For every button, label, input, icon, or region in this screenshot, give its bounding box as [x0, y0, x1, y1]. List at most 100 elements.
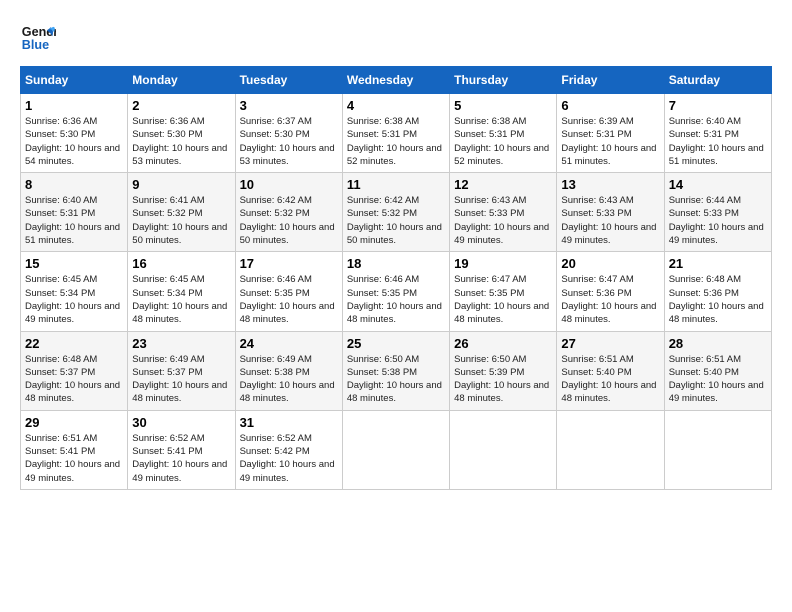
calendar-row: 29 Sunrise: 6:51 AMSunset: 5:41 PMDaylig…	[21, 410, 772, 489]
day-info: Sunrise: 6:42 AMSunset: 5:32 PMDaylight:…	[347, 195, 442, 246]
weekday-header: Sunday	[21, 67, 128, 94]
day-info: Sunrise: 6:36 AMSunset: 5:30 PMDaylight:…	[132, 116, 227, 167]
calendar-day: 9 Sunrise: 6:41 AMSunset: 5:32 PMDayligh…	[128, 173, 235, 252]
page-container: General Blue SundayMondayTuesdayWednesda…	[20, 20, 772, 490]
calendar-day: 21 Sunrise: 6:48 AMSunset: 5:36 PMDaylig…	[664, 252, 771, 331]
day-info: Sunrise: 6:45 AMSunset: 5:34 PMDaylight:…	[132, 274, 227, 325]
calendar-day: 1 Sunrise: 6:36 AMSunset: 5:30 PMDayligh…	[21, 94, 128, 173]
calendar-day: 15 Sunrise: 6:45 AMSunset: 5:34 PMDaylig…	[21, 252, 128, 331]
day-number: 16	[132, 256, 230, 271]
calendar-day: 24 Sunrise: 6:49 AMSunset: 5:38 PMDaylig…	[235, 331, 342, 410]
day-number: 29	[25, 415, 123, 430]
calendar-day: 31 Sunrise: 6:52 AMSunset: 5:42 PMDaylig…	[235, 410, 342, 489]
day-info: Sunrise: 6:52 AMSunset: 5:42 PMDaylight:…	[240, 433, 335, 484]
day-number: 5	[454, 98, 552, 113]
day-info: Sunrise: 6:40 AMSunset: 5:31 PMDaylight:…	[669, 116, 764, 167]
calendar-day: 10 Sunrise: 6:42 AMSunset: 5:32 PMDaylig…	[235, 173, 342, 252]
day-info: Sunrise: 6:46 AMSunset: 5:35 PMDaylight:…	[240, 274, 335, 325]
day-info: Sunrise: 6:47 AMSunset: 5:35 PMDaylight:…	[454, 274, 549, 325]
day-info: Sunrise: 6:51 AMSunset: 5:41 PMDaylight:…	[25, 433, 120, 484]
day-info: Sunrise: 6:48 AMSunset: 5:36 PMDaylight:…	[669, 274, 764, 325]
calendar-day: 28 Sunrise: 6:51 AMSunset: 5:40 PMDaylig…	[664, 331, 771, 410]
calendar-day: 5 Sunrise: 6:38 AMSunset: 5:31 PMDayligh…	[450, 94, 557, 173]
calendar-day: 25 Sunrise: 6:50 AMSunset: 5:38 PMDaylig…	[342, 331, 449, 410]
day-number: 18	[347, 256, 445, 271]
svg-text:Blue: Blue	[22, 38, 49, 52]
day-number: 9	[132, 177, 230, 192]
calendar-row: 8 Sunrise: 6:40 AMSunset: 5:31 PMDayligh…	[21, 173, 772, 252]
empty-cell	[450, 410, 557, 489]
day-info: Sunrise: 6:37 AMSunset: 5:30 PMDaylight:…	[240, 116, 335, 167]
day-number: 4	[347, 98, 445, 113]
day-number: 13	[561, 177, 659, 192]
day-info: Sunrise: 6:44 AMSunset: 5:33 PMDaylight:…	[669, 195, 764, 246]
day-number: 1	[25, 98, 123, 113]
logo: General Blue	[20, 20, 56, 56]
day-number: 28	[669, 336, 767, 351]
day-number: 31	[240, 415, 338, 430]
day-number: 19	[454, 256, 552, 271]
day-number: 27	[561, 336, 659, 351]
day-number: 7	[669, 98, 767, 113]
day-number: 26	[454, 336, 552, 351]
calendar-day: 13 Sunrise: 6:43 AMSunset: 5:33 PMDaylig…	[557, 173, 664, 252]
day-number: 17	[240, 256, 338, 271]
calendar-day: 17 Sunrise: 6:46 AMSunset: 5:35 PMDaylig…	[235, 252, 342, 331]
day-number: 25	[347, 336, 445, 351]
header: General Blue	[20, 20, 772, 56]
calendar-day: 3 Sunrise: 6:37 AMSunset: 5:30 PMDayligh…	[235, 94, 342, 173]
calendar-day: 6 Sunrise: 6:39 AMSunset: 5:31 PMDayligh…	[557, 94, 664, 173]
calendar-day: 23 Sunrise: 6:49 AMSunset: 5:37 PMDaylig…	[128, 331, 235, 410]
day-number: 8	[25, 177, 123, 192]
calendar-day: 20 Sunrise: 6:47 AMSunset: 5:36 PMDaylig…	[557, 252, 664, 331]
empty-cell	[664, 410, 771, 489]
day-info: Sunrise: 6:51 AMSunset: 5:40 PMDaylight:…	[669, 354, 764, 405]
calendar-table: SundayMondayTuesdayWednesdayThursdayFrid…	[20, 66, 772, 490]
calendar-day: 11 Sunrise: 6:42 AMSunset: 5:32 PMDaylig…	[342, 173, 449, 252]
day-number: 11	[347, 177, 445, 192]
day-info: Sunrise: 6:42 AMSunset: 5:32 PMDaylight:…	[240, 195, 335, 246]
day-number: 22	[25, 336, 123, 351]
day-number: 3	[240, 98, 338, 113]
header-row: SundayMondayTuesdayWednesdayThursdayFrid…	[21, 67, 772, 94]
calendar-row: 1 Sunrise: 6:36 AMSunset: 5:30 PMDayligh…	[21, 94, 772, 173]
calendar-day: 26 Sunrise: 6:50 AMSunset: 5:39 PMDaylig…	[450, 331, 557, 410]
calendar-day: 29 Sunrise: 6:51 AMSunset: 5:41 PMDaylig…	[21, 410, 128, 489]
weekday-header: Saturday	[664, 67, 771, 94]
calendar-day: 7 Sunrise: 6:40 AMSunset: 5:31 PMDayligh…	[664, 94, 771, 173]
day-info: Sunrise: 6:38 AMSunset: 5:31 PMDaylight:…	[347, 116, 442, 167]
day-info: Sunrise: 6:40 AMSunset: 5:31 PMDaylight:…	[25, 195, 120, 246]
day-info: Sunrise: 6:50 AMSunset: 5:39 PMDaylight:…	[454, 354, 549, 405]
calendar-day: 16 Sunrise: 6:45 AMSunset: 5:34 PMDaylig…	[128, 252, 235, 331]
day-number: 23	[132, 336, 230, 351]
day-info: Sunrise: 6:52 AMSunset: 5:41 PMDaylight:…	[132, 433, 227, 484]
weekday-header: Monday	[128, 67, 235, 94]
weekday-header: Wednesday	[342, 67, 449, 94]
calendar-day: 22 Sunrise: 6:48 AMSunset: 5:37 PMDaylig…	[21, 331, 128, 410]
day-info: Sunrise: 6:49 AMSunset: 5:38 PMDaylight:…	[240, 354, 335, 405]
calendar-day: 30 Sunrise: 6:52 AMSunset: 5:41 PMDaylig…	[128, 410, 235, 489]
calendar-day: 27 Sunrise: 6:51 AMSunset: 5:40 PMDaylig…	[557, 331, 664, 410]
calendar-day: 14 Sunrise: 6:44 AMSunset: 5:33 PMDaylig…	[664, 173, 771, 252]
day-info: Sunrise: 6:46 AMSunset: 5:35 PMDaylight:…	[347, 274, 442, 325]
day-info: Sunrise: 6:39 AMSunset: 5:31 PMDaylight:…	[561, 116, 656, 167]
day-info: Sunrise: 6:48 AMSunset: 5:37 PMDaylight:…	[25, 354, 120, 405]
empty-cell	[557, 410, 664, 489]
day-info: Sunrise: 6:43 AMSunset: 5:33 PMDaylight:…	[454, 195, 549, 246]
day-info: Sunrise: 6:49 AMSunset: 5:37 PMDaylight:…	[132, 354, 227, 405]
calendar-row: 15 Sunrise: 6:45 AMSunset: 5:34 PMDaylig…	[21, 252, 772, 331]
day-number: 15	[25, 256, 123, 271]
day-number: 20	[561, 256, 659, 271]
calendar-day: 18 Sunrise: 6:46 AMSunset: 5:35 PMDaylig…	[342, 252, 449, 331]
day-number: 2	[132, 98, 230, 113]
day-info: Sunrise: 6:51 AMSunset: 5:40 PMDaylight:…	[561, 354, 656, 405]
weekday-header: Friday	[557, 67, 664, 94]
day-info: Sunrise: 6:41 AMSunset: 5:32 PMDaylight:…	[132, 195, 227, 246]
day-number: 14	[669, 177, 767, 192]
day-number: 10	[240, 177, 338, 192]
day-info: Sunrise: 6:45 AMSunset: 5:34 PMDaylight:…	[25, 274, 120, 325]
calendar-day: 12 Sunrise: 6:43 AMSunset: 5:33 PMDaylig…	[450, 173, 557, 252]
day-info: Sunrise: 6:36 AMSunset: 5:30 PMDaylight:…	[25, 116, 120, 167]
calendar-day: 4 Sunrise: 6:38 AMSunset: 5:31 PMDayligh…	[342, 94, 449, 173]
empty-cell	[342, 410, 449, 489]
